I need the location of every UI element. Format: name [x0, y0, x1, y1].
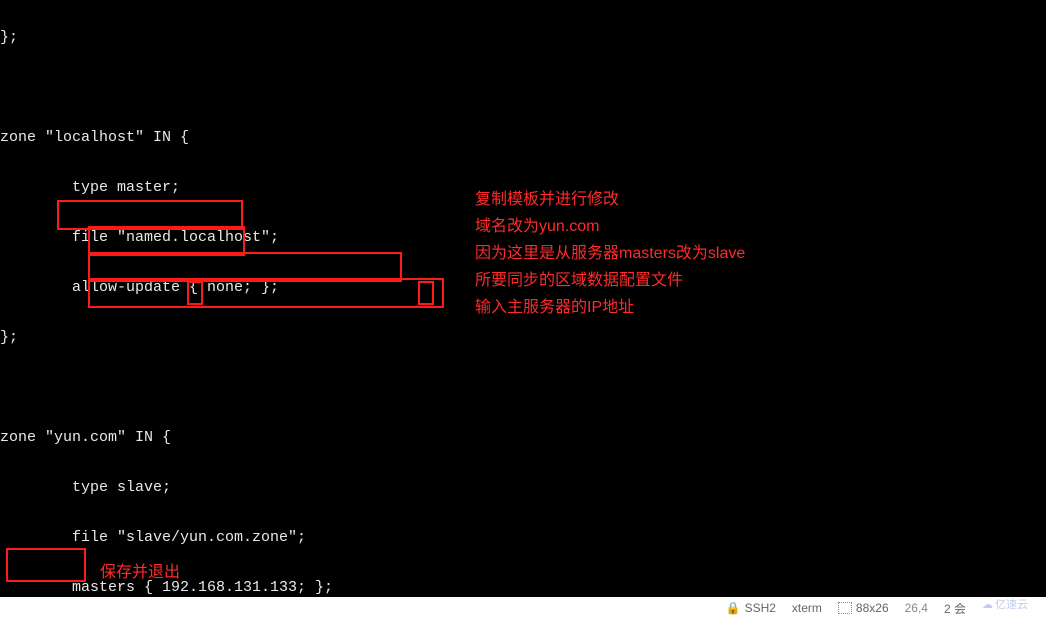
annotation: 保存并退出	[100, 558, 180, 582]
code-line: zone "yun.com" IN {	[0, 425, 1046, 450]
code-line	[0, 75, 1046, 100]
status-protocol: 🔒 SSH2	[726, 601, 776, 615]
status-bar: 🔒 SSH2 xterm 88x26 26,4 2 会	[0, 597, 1046, 619]
status-sessions: 2 会	[944, 600, 966, 617]
annotation: 域名改为yun.com	[475, 212, 599, 236]
lock-icon: 🔒	[726, 601, 741, 615]
code-line	[0, 375, 1046, 400]
code-line: zone "localhost" IN {	[0, 125, 1046, 150]
code-line: type slave;	[0, 475, 1046, 500]
status-dimensions: 88x26	[838, 601, 889, 615]
annotation: 复制模板并进行修改	[475, 185, 619, 209]
code-line: };	[0, 325, 1046, 350]
status-term-type: xterm	[792, 601, 822, 615]
watermark-logo: ☁ 亿速云	[970, 591, 1040, 617]
dimensions-icon	[838, 602, 852, 614]
annotation: 所要同步的区域数据配置文件	[475, 266, 683, 290]
annotation: 输入主服务器的IP地址	[475, 293, 634, 317]
cloud-icon: ☁	[982, 598, 993, 611]
code-line: };	[0, 25, 1046, 50]
status-cursor-pos: 26,4	[905, 601, 928, 615]
annotation: 因为这里是从服务器masters改为slave	[475, 239, 745, 263]
code-line: file "slave/yun.com.zone";	[0, 525, 1046, 550]
